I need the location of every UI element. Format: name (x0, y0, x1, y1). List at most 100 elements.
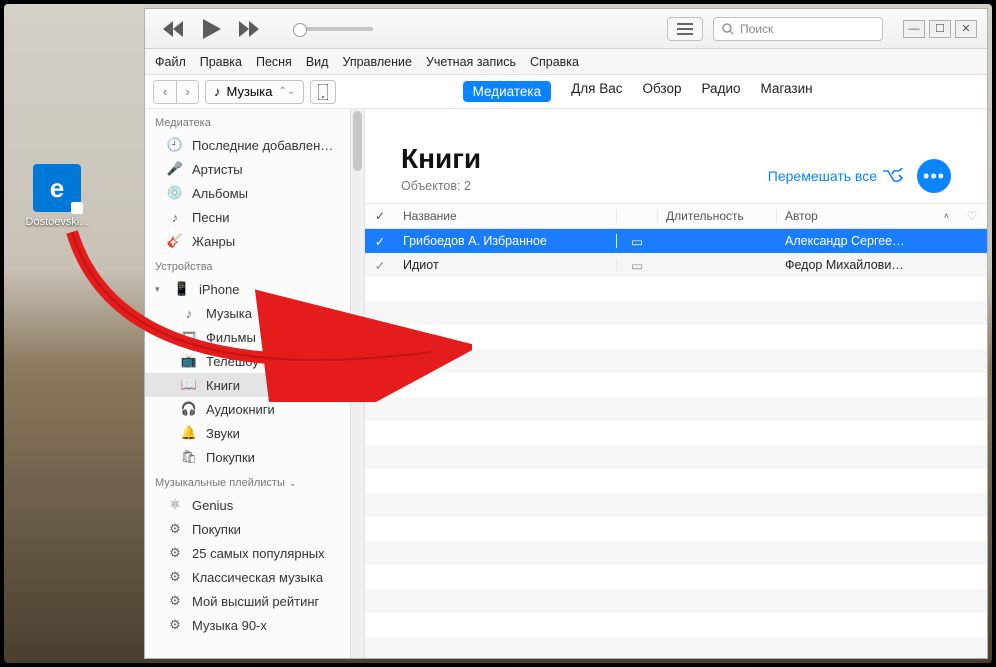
sidebar-item-iphone[interactable]: ▾📱iPhone (145, 277, 364, 301)
object-count: Объектов: 2 (401, 179, 481, 193)
media-type-label: Музыка (227, 84, 273, 99)
play-icon[interactable] (203, 19, 221, 39)
volume-slider[interactable] (293, 27, 373, 31)
tab-Магазин[interactable]: Магазин (761, 81, 813, 102)
sidebar-item-Genius[interactable]: ⚛ Genius (145, 493, 364, 517)
close-button[interactable]: ✕ (955, 20, 977, 38)
sidebar-header-playlists: Музыкальные плейлисты ⌄ (145, 469, 364, 493)
sidebar-item-Музыка 90-х[interactable]: ⚙ Музыка 90-х (145, 613, 364, 637)
sidebar-item-label: Музыка 90-х (192, 618, 267, 633)
menu-правка[interactable]: Правка (200, 55, 242, 69)
menu-учетная запись[interactable]: Учетная запись (426, 55, 516, 69)
col-check[interactable]: ✓ (365, 209, 395, 223)
phone-icon (318, 84, 328, 100)
table-row[interactable]: ✓Идиот▭Федор Михайлови… (365, 253, 987, 277)
sidebar-item-Артисты[interactable]: 🎤 Артисты (145, 157, 364, 181)
sidebar-item-label: Телешоу (206, 354, 259, 369)
sidebar-item-Телешоу[interactable]: 📺 Телешоу (145, 349, 364, 373)
bag-icon: 🛍 (181, 449, 197, 465)
row-author: Александр Сергее… (777, 234, 957, 248)
device-button[interactable] (310, 80, 336, 104)
col-author[interactable]: Автор ˄ (777, 209, 957, 223)
nav-back-button[interactable]: ‹ (154, 81, 176, 103)
sidebar-item-Покупки[interactable]: 🛍Покупки (145, 445, 364, 469)
sidebar-item-Альбомы[interactable]: 💿Альбомы (145, 181, 364, 205)
chevron-updown-icon: ⌃⌄ (278, 86, 295, 97)
sidebar-item-label: Genius (192, 498, 233, 513)
col-favorite[interactable]: ♡ (957, 209, 987, 223)
sidebar-item-25 самых популярных[interactable]: ⚙25 самых популярных (145, 541, 364, 565)
table-row[interactable]: ✓Грибоедов А. Избранное▭Александр Сергее… (365, 229, 987, 253)
gear-icon: ⚙ (167, 617, 183, 633)
mic-icon: 🎤 (167, 161, 183, 177)
sidebar-item-Книги[interactable]: 📖Книги (145, 373, 364, 397)
sidebar-item-Жанры[interactable]: 🎸Жанры (145, 229, 364, 253)
sidebar-item-Мой высший рейтинг[interactable]: ⚙ Мой высший рейтинг (145, 589, 364, 613)
sidebar-item-Звуки[interactable]: 🔔Звуки (145, 421, 364, 445)
shuffle-all-button[interactable]: Перемешать все (768, 168, 903, 184)
tab-Радио[interactable]: Радио (702, 81, 741, 102)
nav-forward-button[interactable]: › (176, 81, 198, 103)
nav-back-forward: ‹ › (153, 80, 199, 104)
chevron-down-icon[interactable]: ⌄ (289, 478, 297, 489)
sidebar-item-label: Последние добавлен… (192, 138, 333, 153)
sub-toolbar: ‹ › ♪ Музыка ⌃⌄ Медиатека Для Вас Обзор Рад… (145, 75, 987, 109)
tab-active[interactable]: Медиатека (463, 81, 552, 102)
sidebar-item-label: Мой высший рейтинг (192, 594, 319, 609)
gear-icon: ⚙ (167, 593, 183, 609)
next-track-icon[interactable] (239, 21, 261, 37)
sidebar-item-label: Классическая музыка (192, 570, 323, 585)
guitar-icon: 🎸 (167, 233, 183, 249)
tab-Обзор[interactable]: Обзор (643, 81, 682, 102)
sidebar-item-label: Аудиокниги (206, 402, 275, 417)
col-duration[interactable]: Длительность (657, 209, 777, 223)
maximize-button[interactable]: ☐ (929, 20, 951, 38)
sidebar-scrollbar[interactable] (350, 109, 364, 658)
phone-icon: 📱 (174, 281, 190, 297)
desktop-file-icon[interactable]: e Dostoevski... (22, 164, 92, 228)
menu-файл[interactable]: Файл (155, 55, 186, 69)
sidebar-item-Музыка[interactable]: ♪Музыка (145, 301, 364, 325)
row-check[interactable]: ✓ (365, 258, 395, 273)
row-author: Федор Михайлови… (777, 258, 957, 272)
menu-песня[interactable]: Песня (256, 55, 292, 69)
tv-icon: 📺 (181, 353, 197, 369)
gear-icon: ⚙ (167, 569, 183, 585)
sidebar-item-Фильмы[interactable]: 🎞 Фильмы (145, 325, 364, 349)
menu-справка[interactable]: Справка (530, 55, 579, 69)
queue-button[interactable] (667, 17, 703, 41)
menu-вид[interactable]: Вид (306, 55, 329, 69)
row-check[interactable]: ✓ (365, 234, 395, 249)
menubar: Файл Правка Песня Вид Управление Учетная запи… (145, 49, 987, 75)
col-name[interactable]: Название (395, 209, 617, 223)
tab-Для Вас[interactable]: Для Вас (571, 81, 622, 102)
gear-icon: ⚙ (167, 545, 183, 561)
sidebar-item-Последние добавлен…[interactable]: 🕘 Последние добавлен… (145, 133, 364, 157)
section-tabs: Медиатека Для Вас Обзор Радио Магазин (336, 81, 939, 102)
sidebar-item-label: Песни (192, 210, 230, 225)
minimize-button[interactable]: — (903, 20, 925, 38)
film-icon: 🎞 (181, 329, 197, 345)
table-header: ✓ Название Длительность Автор ˄ ♡ (365, 203, 987, 229)
menu-управление[interactable]: Управление (342, 55, 412, 69)
sidebar-item-Классическая музыка[interactable]: ⚙ Классическая музыка (145, 565, 364, 589)
audiobook-icon: 🎧 (181, 401, 197, 417)
sidebar-item-label: Артисты (192, 162, 243, 177)
sidebar-item-Песни[interactable]: ♪Песни (145, 205, 364, 229)
titlebar: Поиск — ☐ ✕ (145, 9, 987, 49)
sort-asc-icon: ˄ (944, 211, 949, 221)
prev-track-icon[interactable] (163, 21, 185, 37)
sidebar-item-Покупки[interactable]: ⚙Покупки (145, 517, 364, 541)
disclosure-triangle-icon[interactable]: ▾ (155, 284, 165, 295)
edge-ebook-icon: e (33, 164, 81, 212)
sidebar-item-label: Фильмы (206, 330, 256, 345)
genius-icon: ⚛ (167, 497, 183, 513)
music-note-icon: ♪ (214, 84, 221, 99)
sidebar-item-Аудиокниги[interactable]: 🎧 Аудиокниги (145, 397, 364, 421)
clock-icon: 🕘 (167, 137, 183, 153)
search-input[interactable]: Поиск (713, 17, 883, 41)
more-actions-button[interactable]: ••• (917, 159, 951, 193)
itunes-window: Поиск — ☐ ✕ Файл Правка Песня Вид Управление… (144, 8, 988, 659)
page-title: Книги (401, 143, 481, 175)
media-type-selector[interactable]: ♪ Музыка ⌃⌄ (205, 80, 304, 104)
